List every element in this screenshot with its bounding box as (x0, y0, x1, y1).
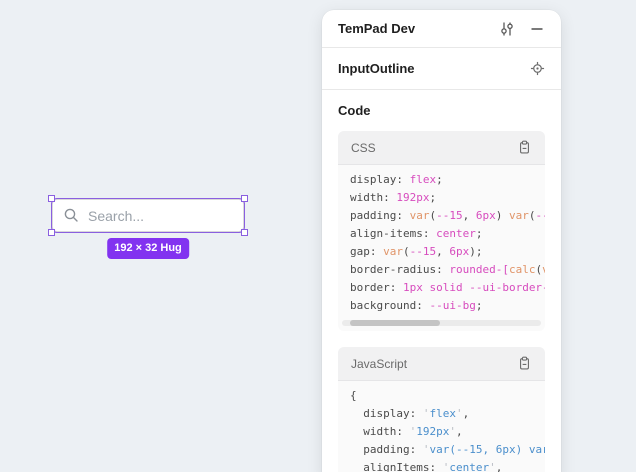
code-line: display: flex; (350, 171, 545, 189)
selected-node-name: InputOutline (338, 61, 529, 76)
code-line: width: 192px; (350, 189, 545, 207)
selection-handle-top-right[interactable] (241, 195, 248, 202)
search-icon (63, 207, 80, 224)
css-code: display: flex;width: 192px;padding: var(… (338, 165, 545, 315)
code-line: border: 1px solid --ui-border-color; (350, 279, 545, 297)
code-line: alignItems: 'center', (350, 459, 545, 472)
panel-header: TemPad Dev (322, 10, 561, 48)
selection-handle-bottom-left[interactable] (48, 229, 55, 236)
css-card-header: CSS (338, 131, 545, 165)
search-input-component[interactable]: Search... (52, 199, 244, 232)
code-line: background: --ui-bg; (350, 297, 545, 315)
code-line: align-items: center; (350, 225, 545, 243)
size-badge: 192 × 32 Hug (107, 238, 189, 259)
code-line: padding: 'var(--15, 6px) var(--15, 6px)'… (350, 441, 545, 459)
copy-icon[interactable] (516, 140, 532, 156)
code-line: padding: var(--15, 6px) var(--15, 6px); (350, 207, 545, 225)
js-code-card: JavaScript { display: 'flex', width: '19… (338, 347, 545, 472)
copy-icon[interactable] (516, 356, 532, 372)
code-section: Code CSS display: flex;width: 192px;padd… (322, 90, 561, 472)
js-card-label: JavaScript (351, 357, 516, 371)
code-line: display: 'flex', (350, 405, 545, 423)
css-card-label: CSS (351, 141, 516, 155)
sliders-icon[interactable] (499, 21, 515, 37)
selected-node-row: InputOutline (322, 48, 561, 90)
code-section-label: Code (338, 103, 545, 118)
js-card-header: JavaScript (338, 347, 545, 381)
search-placeholder: Search... (88, 208, 144, 224)
css-code-card: CSS display: flex;width: 192px;padding: … (338, 131, 545, 331)
horizontal-scrollbar-thumb[interactable] (350, 320, 440, 326)
tempad-dev-panel: TemPad Dev InputOutline (322, 10, 561, 472)
code-line: { (350, 387, 545, 405)
code-line: width: '192px', (350, 423, 545, 441)
code-line: border-radius: rounded-[calc(var(--15, 6… (350, 261, 545, 279)
panel-title: TemPad Dev (338, 21, 499, 36)
horizontal-scrollbar (342, 320, 541, 326)
selection-handle-bottom-right[interactable] (241, 229, 248, 236)
selected-component[interactable]: Search... 192 × 32 Hug (52, 199, 244, 232)
locate-icon[interactable] (529, 61, 545, 77)
selection-handle-top-left[interactable] (48, 195, 55, 202)
minimize-icon[interactable] (529, 21, 545, 37)
code-line: gap: var(--15, 6px); (350, 243, 545, 261)
js-code: { display: 'flex', width: '192px', paddi… (338, 381, 545, 472)
